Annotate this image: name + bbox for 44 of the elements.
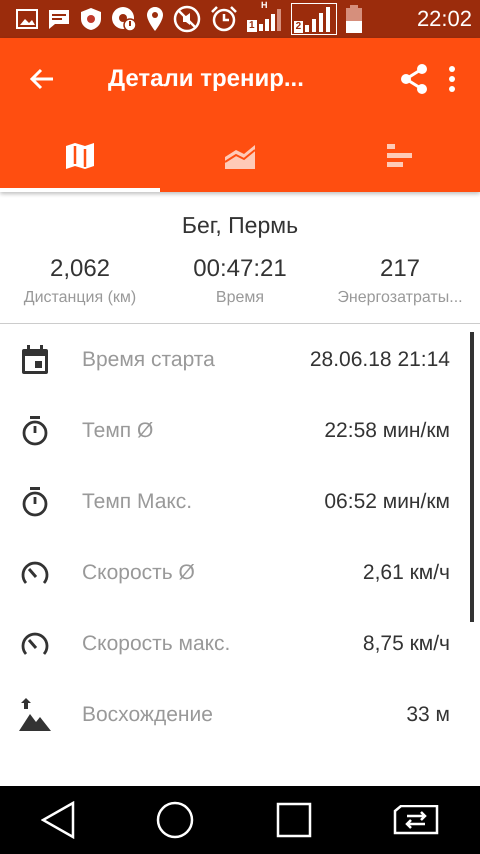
back-arrow-icon — [29, 67, 55, 91]
signal-icon — [258, 6, 282, 32]
stat-label: Время — [216, 289, 264, 307]
metric-label: Темп Макс. — [82, 490, 194, 514]
area-chart-icon — [224, 142, 256, 170]
square-icon — [276, 802, 312, 838]
network-type-label: H — [261, 0, 268, 10]
stat-label: Дистанция (км) — [24, 289, 136, 307]
metric-label: Темп Ø — [82, 418, 154, 442]
alarm-icon — [210, 5, 238, 33]
metric-label: Скорость макс. — [82, 632, 232, 656]
battery-icon — [346, 5, 362, 33]
mountain-icon — [18, 698, 52, 732]
clock-time: 22:02 — [416, 6, 472, 32]
metric-value: 2,61 км/ч — [362, 560, 450, 584]
circle-icon — [156, 801, 194, 839]
metric-value: 33 м — [406, 702, 450, 726]
image-icon — [16, 9, 38, 29]
activity-title: Бег, Пермь — [182, 212, 298, 239]
triangle-icon — [40, 801, 75, 839]
bar-chart-icon — [387, 144, 413, 168]
sim-label: 2 — [294, 21, 304, 33]
metric-value: 22:58 мин/км — [324, 418, 450, 442]
map-icon — [65, 142, 95, 170]
shield-icon — [80, 7, 102, 31]
metric-label: Время старта — [82, 348, 216, 372]
more-options-icon — [448, 66, 456, 92]
alert-icon — [111, 6, 137, 32]
message-icon — [47, 8, 71, 30]
stat-value: 00:47:21 — [193, 255, 287, 283]
stat-value: 2,062 — [50, 255, 110, 283]
sim-label: 1 — [247, 20, 257, 32]
screen-title: Детали тренир... — [108, 65, 305, 93]
location-icon — [146, 6, 164, 32]
metric-value: 06:52 мин/км — [324, 490, 450, 514]
sim-switch-icon — [393, 805, 440, 835]
metric-value: 8,75 км/ч — [362, 632, 450, 656]
mute-icon — [173, 5, 201, 33]
share-icon — [400, 64, 428, 94]
metric-label: Восхождение — [82, 702, 214, 726]
stat-label: Энергозатраты... — [337, 289, 463, 307]
metric-label: Скорость Ø — [82, 560, 196, 584]
stat-value: 217 — [380, 255, 420, 283]
metric-value: 28.06.18 21:14 — [310, 348, 450, 372]
